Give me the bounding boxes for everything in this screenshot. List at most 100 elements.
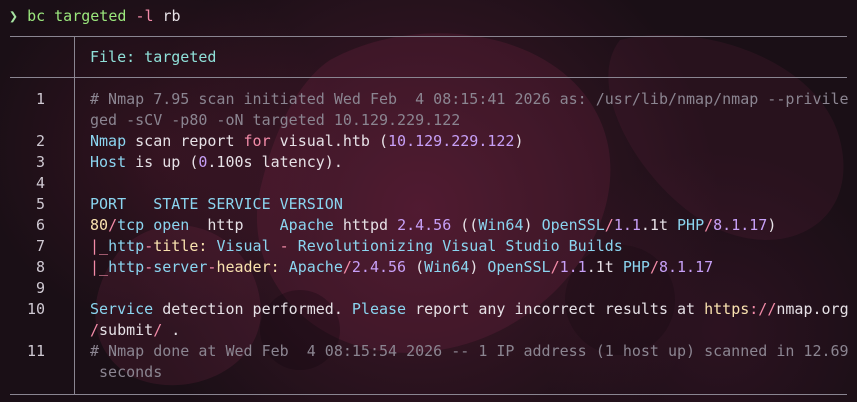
code-line: 80/tcp open http Apache httpd 2.4.56 ((W… [90,215,850,236]
code-line: |_http-server-header: Apache/2.4.56 (Win… [90,257,850,278]
line-number: 9 [35,279,45,297]
code-token: header: [216,258,289,276]
line-number [0,320,45,341]
code-token: Please [351,300,416,318]
code-token: 2.4.56 [397,216,461,234]
shell-prompt: ❯ bc targeted -l rb [9,5,181,27]
code-token: / [90,321,100,339]
code-line: seconds [90,362,850,383]
code-token: PORT STATE SERVICE VERSION [90,195,343,213]
code-line: |_http-title: Visual - Revolutionizing V… [90,236,850,257]
code-token: - [279,237,298,255]
code-token: Win64 [424,258,470,276]
code-line: Service detection performed. Please repo… [90,299,850,320]
code-token: Apache [288,258,343,276]
code-token: Visual [216,237,280,255]
code-line: PORT STATE SERVICE VERSION [90,194,850,215]
code-token: ged -sCV -p80 -oN targeted 10.129.229.12… [90,111,461,129]
code-token: - [144,237,154,255]
prompt-command: bc [27,7,46,25]
code-token: http [108,258,145,276]
line-number: 5 [35,195,45,213]
code-token: 2.4.56 [351,258,416,276]
code-token: 80 [90,216,109,234]
code-token: http [108,237,145,255]
line-number: 7 [35,237,45,255]
code-token: / [550,258,560,276]
code-token: / [153,321,172,339]
top-rule [10,36,847,37]
code-line: # Nmap 7.95 scan initiated Wed Feb 4 08:… [90,89,850,110]
code-token: scan [135,132,181,150]
code-token: Revolutionizing Visual Studio Builds [297,237,623,255]
code-token: # Nmap done at Wed Feb 4 08:15:54 2026 -… [90,342,849,360]
code-token: title: [153,237,217,255]
code-token: tcp [117,216,154,234]
code-token: / [342,258,352,276]
code-token: PHP [677,216,705,234]
code-token: ) [523,216,542,234]
code-token: is up ( [135,153,199,171]
code-token: 8.1.17 [713,216,768,234]
prompt-chevron-icon: ❯ [9,7,19,25]
code-token: . [171,321,181,339]
line-number: 2 [35,132,45,150]
code-token: Win64 [478,216,524,234]
code-token: |_ [90,258,109,276]
line-number: 3 [35,153,45,171]
code-token: :// [749,300,777,318]
code-token: .1t [586,258,623,276]
code-token: / [108,216,118,234]
code-token: (( [460,216,479,234]
code-token: visual.htb [279,132,379,150]
code-token: 1.1 [613,216,641,234]
code-token: 8.1.17 [658,258,714,276]
code-token: Host [90,153,136,171]
code-token: / [604,216,614,234]
code-line: Host is up (0.100s latency). [90,152,850,173]
code-token: PHP [622,258,650,276]
code-token: # Nmap 7.95 scan initiated Wed Feb 4 08:… [90,90,849,108]
code-token: server [153,258,208,276]
line-number [0,362,45,383]
code-line: ged -sCV -p80 -oN targeted 10.129.229.12… [90,110,850,131]
code-token: submit [99,321,154,339]
code-token: |_ [90,237,109,255]
prompt-flag: -l [135,7,154,25]
code-token: for [243,132,280,150]
code-token: 10.129.229.122 [388,132,515,150]
code-token: open [153,216,208,234]
code-token: nmap.org [776,300,849,318]
code-token: ) [767,216,777,234]
code-token: seconds [90,363,163,381]
line-number: 1 [35,90,45,108]
line-number: 11 [26,342,45,360]
code-token: httpd [342,216,398,234]
code-token: .1t [640,216,678,234]
code-token: .100s latency). [207,153,343,171]
file-header: File: targeted [90,48,217,66]
bottom-rule [10,394,847,395]
code-token: detection performed. [162,300,352,318]
line-number: 8 [35,258,45,276]
code-token: - [144,258,154,276]
line-number: 10 [26,300,45,318]
code-line: Nmap scan report for visual.htb (10.129.… [90,131,850,152]
code-token: ) [514,132,524,150]
code-token: ( [379,132,389,150]
code-token: 1.1 [559,258,587,276]
code-token: http [207,216,280,234]
code-token: / [649,258,659,276]
line-number: 4 [35,174,45,192]
code-token: ) [469,258,488,276]
gutter-separator [74,36,75,394]
code-line: /submit/ . [90,320,850,341]
prompt-target: targeted [54,7,127,25]
code-token: / [704,216,714,234]
line-number [0,110,45,131]
code-token: OpenSSL [487,258,551,276]
code-token: OpenSSL [541,216,605,234]
code-token: Nmap [90,132,136,150]
